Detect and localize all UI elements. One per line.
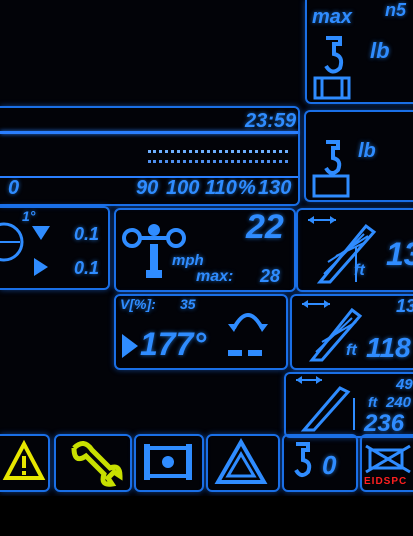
max-unit: lb xyxy=(370,38,390,63)
boom-length-icon-1 xyxy=(308,216,377,284)
tilt-value-right: 0.1 xyxy=(74,258,100,278)
load-bar-dotted-2 xyxy=(148,160,288,163)
wind-speed: 22 xyxy=(246,208,284,246)
scale-tick-130: 130 xyxy=(258,177,292,199)
scale-tick-percent: % xyxy=(238,177,256,199)
crossed-out-icon xyxy=(365,444,411,474)
slew-direction-icon xyxy=(228,313,268,332)
max-label: max xyxy=(312,6,353,28)
anemometer-icon xyxy=(122,224,186,278)
hook-load-icon xyxy=(312,140,350,198)
boom-length-icon-3 xyxy=(296,376,355,432)
tilt-angle-label: 1° xyxy=(22,208,36,224)
slew-dash-1 xyxy=(228,350,242,356)
scale-left-tick: 0 xyxy=(8,177,20,199)
play-arrow-icon xyxy=(122,334,138,358)
boom-unit-3: ft xyxy=(368,394,378,410)
scale-tick-110: 110 xyxy=(205,177,237,199)
hook-count-value: 0 xyxy=(322,450,337,480)
bottom-bezel xyxy=(0,496,413,536)
arrow-right-icon xyxy=(34,258,48,276)
wrench-icon xyxy=(71,441,123,487)
arrow-down-icon xyxy=(32,226,50,240)
crane-display: max n5 lb 23:59 0 90 100 110 % 130 lb 1°… xyxy=(0,0,413,536)
warning-icon xyxy=(2,439,46,480)
outrigger-icon xyxy=(144,444,192,480)
boom-value-1: 13 xyxy=(386,236,413,272)
hook-icon xyxy=(313,36,351,100)
boom-top-value-2: 13 xyxy=(396,296,413,316)
clock-time: 23:59 xyxy=(245,110,297,132)
boom-length-icon-2 xyxy=(302,300,363,362)
level-icon xyxy=(0,222,24,262)
wind-unit: mph xyxy=(172,252,204,269)
boom-mid-value-3: 240 xyxy=(386,394,412,411)
scale-tick-90: 90 xyxy=(136,177,159,199)
status-text: EIDSPC xyxy=(364,476,408,487)
wind-max-label: max: xyxy=(196,268,234,285)
boom-value-2: 118 xyxy=(366,332,411,363)
hook-load-unit: lb xyxy=(358,140,376,162)
load-bar-dotted xyxy=(148,150,288,153)
slew-angle: 177° xyxy=(140,326,207,362)
boom-top-value-3: 49 xyxy=(396,376,413,393)
boom-unit-2: ft xyxy=(346,342,357,359)
load-bar-line-1 xyxy=(0,131,298,134)
slew-percent-label: V[%]: xyxy=(120,296,156,312)
slew-percent-value: 35 xyxy=(180,296,196,312)
slew-dash-2 xyxy=(248,350,262,356)
boom-unit-1: ft xyxy=(354,262,365,279)
tilt-value-down: 0.1 xyxy=(74,224,100,244)
hook-count-icon xyxy=(294,442,312,477)
corner-digits: n5 xyxy=(385,0,407,20)
wind-max-value: 28 xyxy=(260,266,281,286)
scale-tick-100: 100 xyxy=(166,177,200,199)
triangle-icon xyxy=(214,437,268,484)
